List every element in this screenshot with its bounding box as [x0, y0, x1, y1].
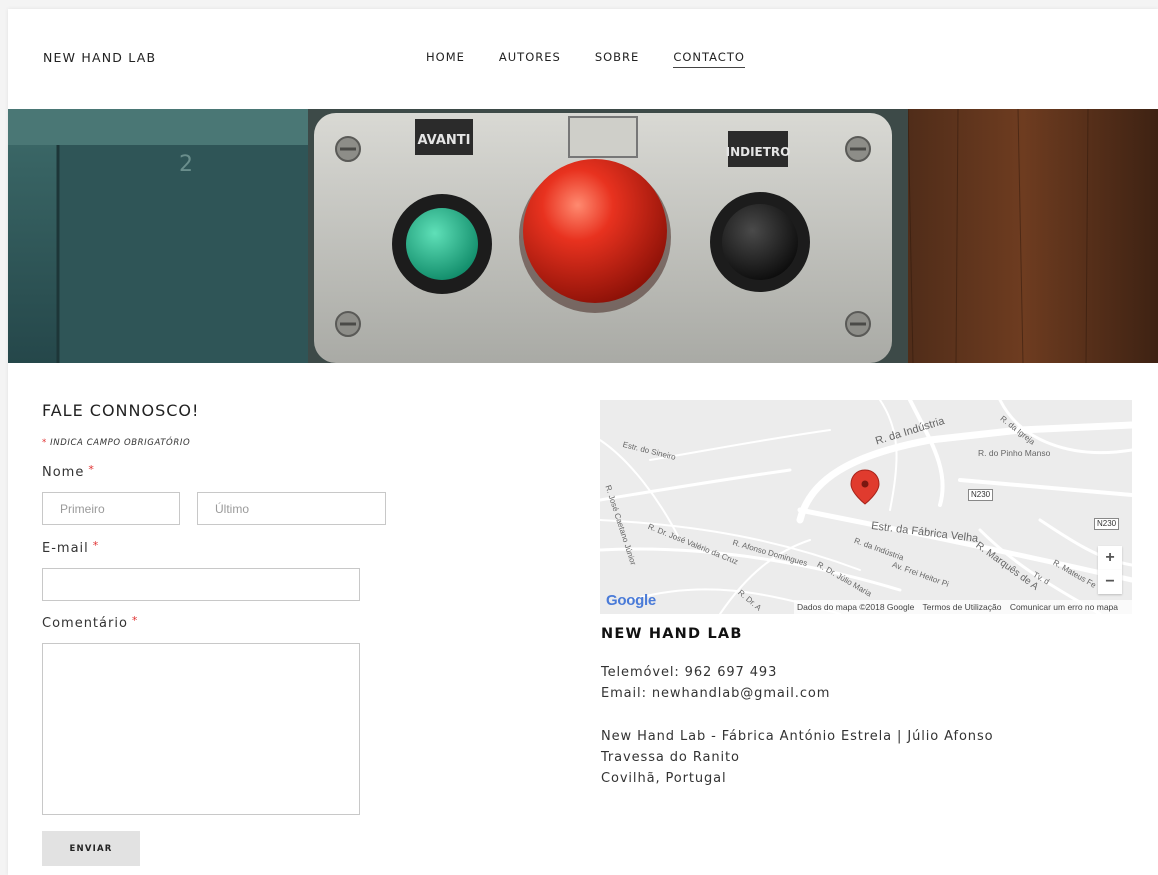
google-logo[interactable]: Google — [606, 592, 656, 609]
map-label-pinho-manso: R. do Pinho Manso — [978, 448, 1051, 458]
name-label: Nome * — [42, 463, 95, 480]
comment-required-asterisk: * — [131, 614, 139, 627]
google-logo-text: Google — [606, 592, 656, 609]
email-label: E-mail * — [42, 539, 99, 556]
map-report-link[interactable]: Comunicar um erro no mapa — [1010, 602, 1118, 612]
email-input[interactable] — [42, 568, 360, 601]
contact-address-line-2: Travessa do Ranito — [601, 750, 740, 765]
comment-label-text: Comentário — [42, 616, 128, 631]
road-shield-n230-a: N230 — [968, 489, 994, 501]
map-roads — [600, 400, 1132, 614]
nav-item-autores[interactable]: AUTORES — [499, 50, 561, 68]
name-label-text: Nome — [42, 465, 85, 480]
last-name-input[interactable] — [197, 492, 386, 525]
contact-phone: Telemóvel: 962 697 493 — [601, 665, 778, 680]
nav-item-sobre[interactable]: SOBRE — [595, 50, 640, 68]
map[interactable]: R. da Indústria R. da Igreja R. do Pinho… — [600, 400, 1132, 614]
required-note: * INDICA CAMPO OBRIGATÓRIO — [42, 438, 190, 448]
site-title[interactable]: NEW HAND LAB — [43, 50, 156, 65]
email-label-text: E-mail — [42, 541, 89, 556]
contact-address-line-1: New Hand Lab - Fábrica António Estrela |… — [601, 729, 994, 744]
contact-email[interactable]: Email: newhandlab@gmail.com — [601, 686, 830, 701]
email-required-asterisk: * — [92, 539, 100, 552]
form-title: FALE CONNOSCO! — [42, 401, 200, 420]
first-name-input[interactable] — [42, 492, 180, 525]
nav-item-home[interactable]: HOME — [426, 50, 465, 68]
hero-panel-number: 2 — [179, 152, 193, 177]
hero-label-avanti: AVANTI — [417, 133, 470, 148]
map-data-credit: Dados do mapa ©2018 Google — [797, 602, 915, 612]
main-nav: HOME AUTORES SOBRE CONTACTO — [426, 50, 779, 68]
contact-title: NEW HAND LAB — [601, 626, 743, 642]
hero-illustration: AVANTI INDIETRO 2 — [8, 109, 1158, 363]
zoom-in-button[interactable]: + — [1098, 546, 1122, 570]
comment-textarea[interactable] — [42, 643, 360, 815]
hero-image: AVANTI INDIETRO 2 — [8, 109, 1158, 363]
required-note-text: INDICA CAMPO OBRIGATÓRIO — [50, 438, 191, 448]
map-pin-icon[interactable] — [850, 469, 880, 505]
map-attribution: Dados do mapa ©2018 Google Termos de Uti… — [794, 600, 1132, 614]
zoom-out-button[interactable]: − — [1098, 570, 1122, 594]
road-shield-n230-b: N230 — [1094, 518, 1120, 530]
required-asterisk: * — [42, 438, 47, 448]
nav-item-contacto[interactable]: CONTACTO — [673, 50, 745, 68]
name-required-asterisk: * — [88, 463, 95, 476]
hero-label-indietro: INDIETRO — [726, 145, 791, 159]
comment-label: Comentário * — [42, 614, 138, 631]
map-terms-link[interactable]: Termos de Utilização — [923, 602, 1002, 612]
page: NEW HAND LAB HOME AUTORES SOBRE CONTACTO — [8, 9, 1158, 875]
contact-address-line-3: Covilhã, Portugal — [601, 771, 727, 786]
submit-button[interactable]: ENVIAR — [42, 831, 140, 866]
